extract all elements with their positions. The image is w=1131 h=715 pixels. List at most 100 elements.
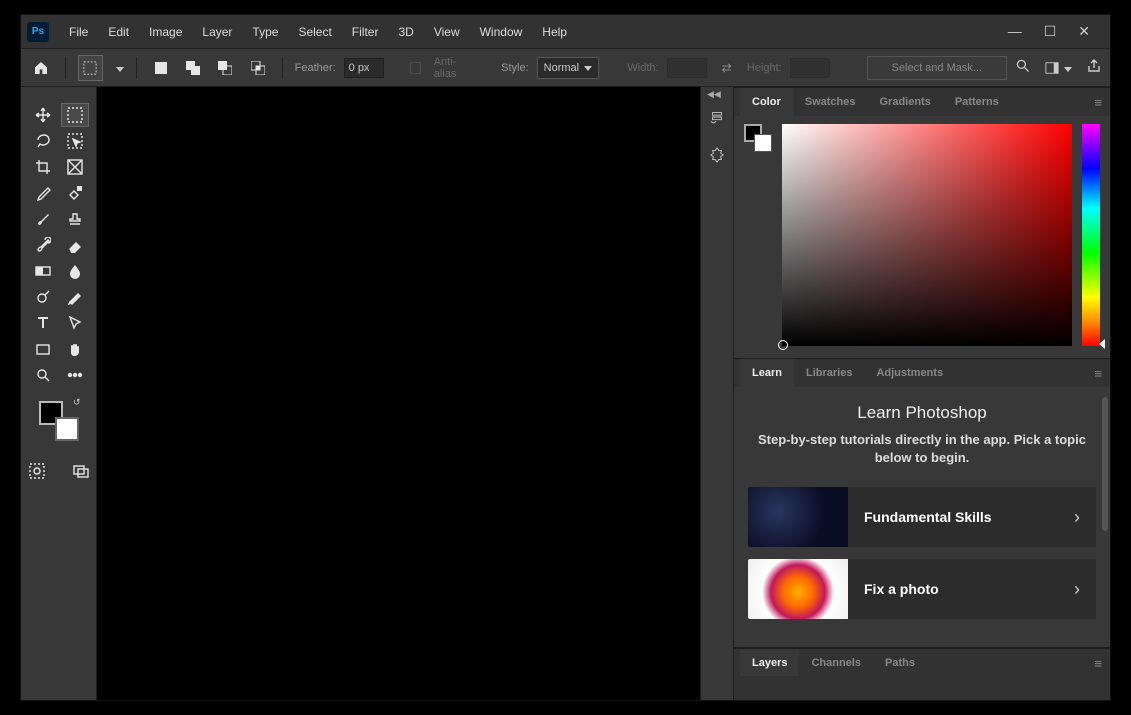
marquee-tool-icon[interactable] [78,55,103,81]
menu-file[interactable]: File [59,19,98,45]
tab-adjustments[interactable]: Adjustments [864,359,955,387]
chevron-right-icon: › [1058,579,1096,600]
tool-marquee-rect[interactable] [61,103,89,127]
app-logo: Ps [27,22,49,42]
learn-panel: LearnLibrariesAdjustments ≡ Learn Photosh… [734,358,1110,647]
style-label: Style: [501,62,529,74]
panel-menu-icon[interactable]: ≡ [1094,95,1102,110]
learn-scrollbar[interactable] [1102,397,1108,641]
width-input [667,58,707,78]
tool-history-brush[interactable] [29,233,57,257]
main-area: ◀◀ ↺ ◀◀ ▶▶ [21,87,1110,700]
chevron-right-icon: › [1058,507,1096,528]
tool-quick-select[interactable] [61,129,89,153]
tab-color[interactable]: Color [740,88,793,116]
tab-learn[interactable]: Learn [740,359,794,387]
learn-subtitle: Step-by-step tutorials directly in the a… [748,431,1096,467]
maximize-button[interactable]: ☐ [1044,23,1057,40]
properties-panel-icon[interactable] [707,145,727,165]
antialias-checkbox [410,62,421,74]
tool-preset-dropdown[interactable] [111,61,124,75]
panel-menu-icon[interactable]: ≡ [1094,656,1102,671]
collapse-mid-icon[interactable]: ◀◀ [707,89,721,100]
subtract-selection-icon[interactable] [213,55,237,81]
tab-channels[interactable]: Channels [799,649,873,676]
options-bar: Feather: Anti-alias Style: Normal Width:… [21,49,1110,87]
tutorial-item[interactable]: Fundamental Skills› [748,487,1096,547]
add-selection-icon[interactable] [181,55,205,81]
menu-bar: Ps FileEditImageLayerTypeSelectFilter3DV… [21,15,1110,49]
height-input [790,58,830,78]
learn-title: Learn Photoshop [748,403,1096,423]
tab-libraries[interactable]: Libraries [794,359,864,387]
foreground-background-colors[interactable]: ↺ [39,401,79,441]
home-button[interactable] [29,55,53,81]
style-value: Normal [544,62,579,74]
tab-patterns[interactable]: Patterns [943,88,1011,116]
antialias-label: Anti-alias [434,56,473,80]
swap-colors-icon[interactable]: ↺ [73,397,81,408]
style-select[interactable]: Normal [537,57,600,79]
menu-filter[interactable]: Filter [342,19,389,45]
tool-brush[interactable] [29,207,57,231]
color-saturation-value-picker[interactable] [782,124,1072,346]
swap-wh-icon: ⇄ [715,55,739,81]
quickmask-button[interactable] [23,459,51,483]
tab-layers[interactable]: Layers [740,649,799,676]
color-fgbg-swatch[interactable] [744,124,772,152]
document-area [97,87,700,700]
screenmode-button[interactable] [67,459,95,483]
minimize-button[interactable]: — [1008,23,1022,40]
photoshop-window: Ps FileEditImageLayerTypeSelectFilter3DV… [20,14,1111,701]
new-selection-icon[interactable] [149,55,173,81]
layers-panel: LayersChannelsPaths ≡ [734,647,1110,676]
width-label: Width: [627,62,658,74]
close-button[interactable]: ✕ [1078,23,1090,40]
menu-help[interactable]: Help [532,19,577,45]
tool-frame[interactable] [61,155,89,179]
color-hue-slider[interactable] [1082,124,1100,346]
history-panel-icon[interactable] [707,107,727,127]
menu-layer[interactable]: Layer [192,19,242,45]
tool-lasso[interactable] [29,129,57,153]
tool-gradient[interactable] [29,259,57,283]
tab-swatches[interactable]: Swatches [793,88,868,116]
menu-image[interactable]: Image [139,19,192,45]
tool-more[interactable] [61,363,89,387]
tool-eraser[interactable] [61,233,89,257]
tool-dodge[interactable] [29,285,57,309]
tool-type[interactable] [29,311,57,335]
tool-move[interactable] [29,103,57,127]
tool-crop[interactable] [29,155,57,179]
tool-rectangle[interactable] [29,337,57,361]
menu-select[interactable]: Select [288,19,341,45]
tool-pen[interactable] [61,285,89,309]
tutorial-label: Fundamental Skills [848,509,1058,525]
workspace-switcher-icon[interactable] [1045,61,1072,75]
right-panels: ▶▶ ColorSwatchesGradientsPatterns≡ [734,87,1110,700]
tab-paths[interactable]: Paths [873,649,927,676]
tool-path-select[interactable] [61,311,89,335]
tool-zoom[interactable] [29,363,57,387]
menu-edit[interactable]: Edit [98,19,139,45]
tool-hand[interactable] [61,337,89,361]
tools-panel: ↺ [21,87,97,700]
tutorial-item[interactable]: Fix a photo› [748,559,1096,619]
tool-blur[interactable] [61,259,89,283]
menu-view[interactable]: View [424,19,470,45]
canvas[interactable] [97,87,700,700]
intersect-selection-icon[interactable] [246,55,270,81]
tab-gradients[interactable]: Gradients [867,88,942,116]
tool-stamp[interactable] [61,207,89,231]
menu-window[interactable]: Window [470,19,533,45]
menu-3d[interactable]: 3D [388,19,423,45]
tool-healing[interactable] [61,181,89,205]
tool-eyedropper[interactable] [29,181,57,205]
select-and-mask-button[interactable]: Select and Mask... [867,56,1008,80]
menu-type[interactable]: Type [242,19,288,45]
panel-menu-icon[interactable]: ≡ [1094,366,1102,381]
background-color-swatch[interactable] [55,417,79,441]
feather-input[interactable] [344,58,384,78]
share-icon[interactable] [1086,58,1102,77]
search-icon[interactable] [1015,58,1031,77]
